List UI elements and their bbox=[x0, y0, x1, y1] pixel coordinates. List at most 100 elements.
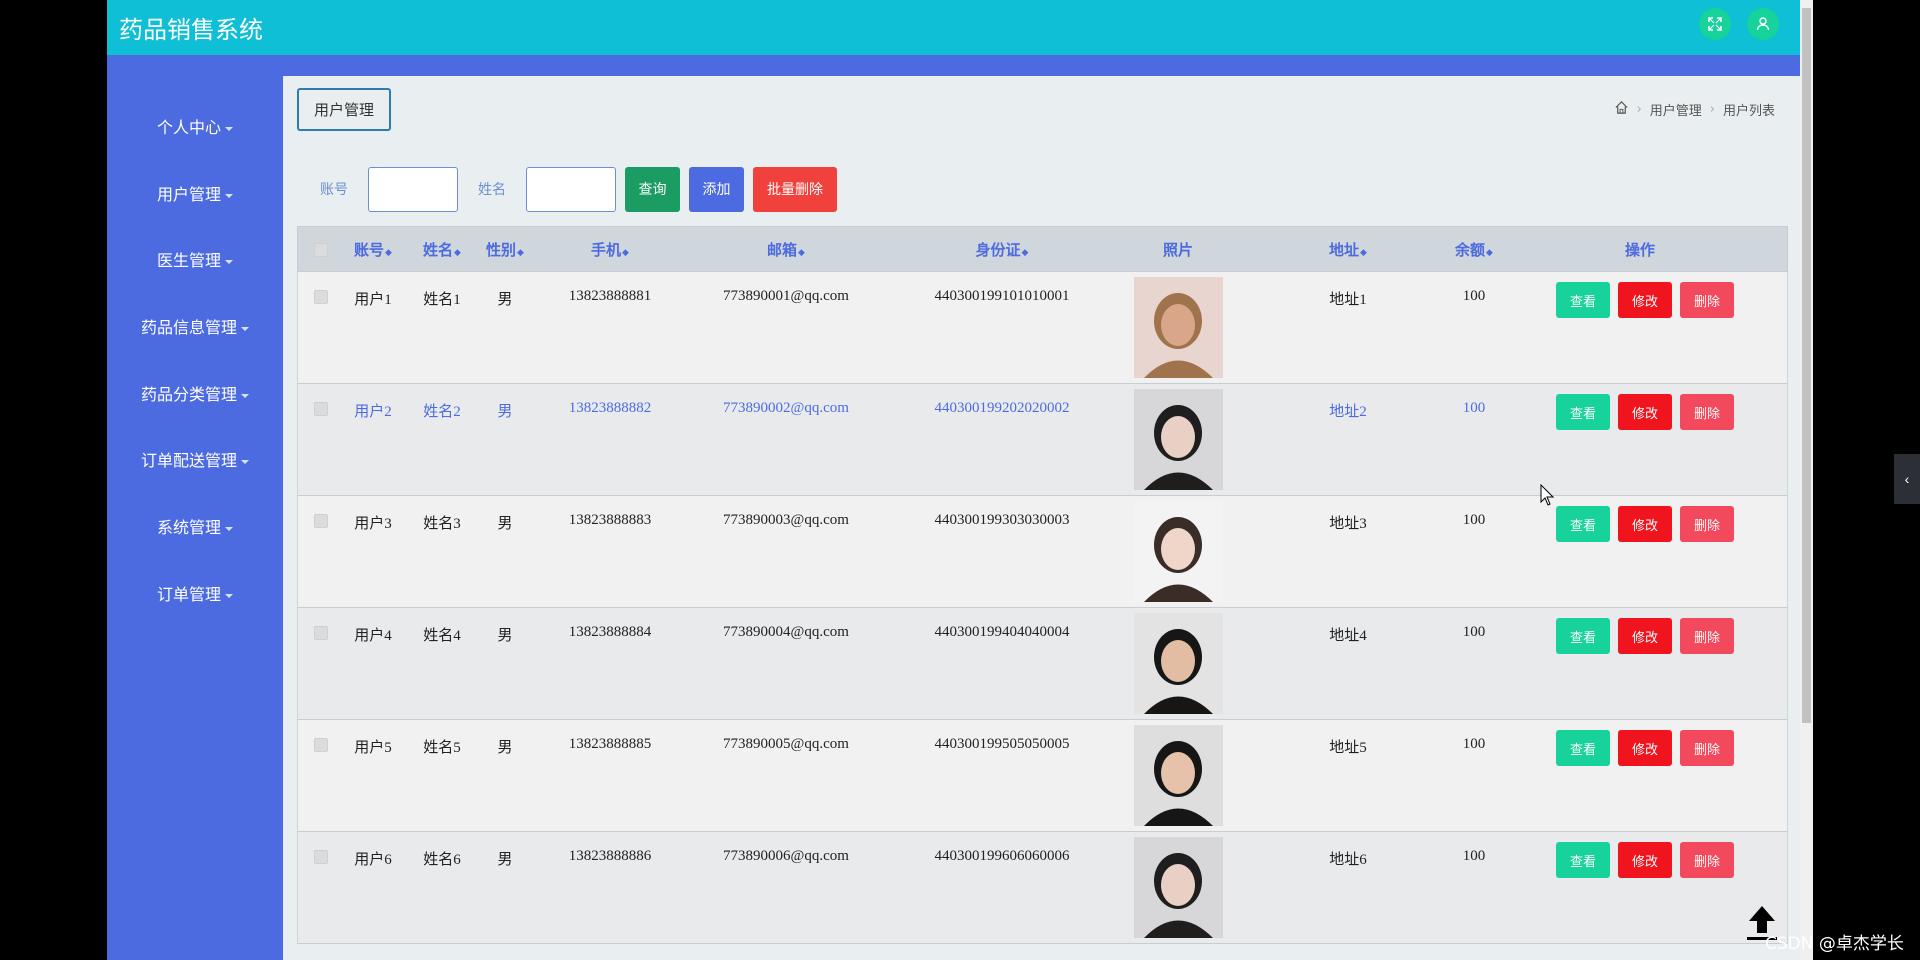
user-photo bbox=[1134, 725, 1223, 826]
app-title: 药品销售系统 bbox=[119, 16, 263, 44]
header-idcard[interactable]: 身份证◆ bbox=[952, 227, 1052, 273]
breadcrumb-level1[interactable]: 用户管理 bbox=[1650, 100, 1702, 119]
fullscreen-icon[interactable] bbox=[1699, 8, 1731, 40]
view-button[interactable]: 查看 bbox=[1556, 618, 1610, 654]
sidebar-item-label: 药品信息管理 bbox=[140, 318, 237, 337]
view-button[interactable]: 查看 bbox=[1556, 506, 1610, 542]
cell-address: 地址5 bbox=[1329, 740, 1367, 756]
table-body: 用户1 姓名1 男 13823888881 773890001@qq.com 440300… bbox=[297, 272, 1788, 944]
view-button[interactable]: 查看 bbox=[1556, 730, 1610, 766]
row-checkbox[interactable] bbox=[314, 738, 328, 752]
main-content: 用户管理 › 用户管理 › 用户列表 账号 姓名 查询 添加 批量删除 账号◆ … bbox=[283, 76, 1800, 960]
header-photo: 照片 bbox=[1162, 241, 1193, 259]
edit-button[interactable]: 修改 bbox=[1618, 730, 1672, 766]
query-button[interactable]: 查询 bbox=[625, 166, 680, 212]
header-balance[interactable]: 余额◆ bbox=[1434, 227, 1514, 273]
header-email[interactable]: 邮箱◆ bbox=[746, 227, 826, 273]
edit-button[interactable]: 修改 bbox=[1618, 282, 1672, 318]
caret-down-icon bbox=[241, 459, 249, 464]
caret-down-icon bbox=[225, 126, 233, 131]
select-all-checkbox[interactable] bbox=[314, 243, 328, 257]
delete-button[interactable]: 删除 bbox=[1680, 842, 1734, 878]
breadcrumb: › 用户管理 › 用户列表 bbox=[1614, 100, 1775, 119]
view-button[interactable]: 查看 bbox=[1556, 282, 1610, 318]
top-header: 药品销售系统 bbox=[107, 0, 1800, 55]
cell-email: 773890004@qq.com bbox=[723, 624, 849, 640]
sidebar-item-doctor-management[interactable]: 医生管理 bbox=[107, 247, 283, 271]
table-header: 账号◆ 姓名◆ 性别◆ 手机◆ 邮箱◆ 身份证◆ 照片 地址◆ 余额◆ 操作 bbox=[297, 226, 1788, 272]
vertical-scrollbar[interactable] bbox=[1800, 0, 1813, 960]
table-row[interactable]: 用户5 姓名5 男 13823888885 773890005@qq.com 440300… bbox=[297, 720, 1788, 832]
sidebar-item-label: 订单管理 bbox=[156, 585, 221, 604]
edit-button[interactable]: 修改 bbox=[1618, 506, 1672, 542]
sidebar-item-drug-category-management[interactable]: 药品分类管理 bbox=[107, 381, 283, 405]
scrollbar-thumb[interactable] bbox=[1802, 8, 1811, 723]
header-phone[interactable]: 手机◆ bbox=[570, 227, 650, 273]
edit-button[interactable]: 修改 bbox=[1618, 618, 1672, 654]
cell-email: 773890001@qq.com bbox=[723, 288, 849, 304]
cell-balance: 100 bbox=[1462, 512, 1486, 528]
sidebar-item-system-management[interactable]: 系统管理 bbox=[107, 514, 283, 538]
table-row[interactable]: 用户4 姓名4 男 13823888884 773890004@qq.com 440300… bbox=[297, 608, 1788, 720]
sidebar-item-personal-center[interactable]: 个人中心 bbox=[107, 114, 283, 138]
cell-email: 773890006@qq.com bbox=[723, 848, 849, 864]
home-icon[interactable] bbox=[1614, 100, 1629, 119]
cell-idcard: 440300199404040004 bbox=[934, 624, 1070, 640]
sidebar-item-user-management[interactable]: 用户管理 bbox=[107, 181, 283, 205]
breadcrumb-separator: › bbox=[1636, 102, 1642, 117]
header-name[interactable]: 姓名◆ bbox=[415, 227, 469, 273]
delete-button[interactable]: 删除 bbox=[1680, 506, 1734, 542]
caret-down-icon bbox=[241, 326, 249, 331]
edit-button[interactable]: 修改 bbox=[1618, 394, 1672, 430]
cell-idcard: 440300199303030003 bbox=[934, 512, 1070, 528]
cell-balance: 100 bbox=[1462, 400, 1486, 416]
sidebar-item-order-management[interactable]: 订单管理 bbox=[107, 581, 283, 605]
sidebar-item-drug-info-management[interactable]: 药品信息管理 bbox=[107, 314, 283, 338]
cell-address: 地址4 bbox=[1329, 628, 1367, 644]
edit-button[interactable]: 修改 bbox=[1618, 842, 1672, 878]
cell-idcard: 440300199606060006 bbox=[934, 848, 1070, 864]
delete-button[interactable]: 删除 bbox=[1680, 730, 1734, 766]
delete-button[interactable]: 删除 bbox=[1680, 394, 1734, 430]
cell-phone: 13823888883 bbox=[568, 512, 652, 528]
table-row[interactable]: 用户2 姓名2 男 13823888882 773890002@qq.com 440300… bbox=[297, 384, 1788, 496]
sidebar-item-order-delivery-management[interactable]: 订单配送管理 bbox=[107, 447, 283, 471]
delete-button[interactable]: 删除 bbox=[1680, 618, 1734, 654]
cell-email: 773890002@qq.com bbox=[723, 400, 849, 416]
header-account[interactable]: 账号◆ bbox=[346, 227, 400, 273]
row-checkbox[interactable] bbox=[314, 850, 328, 864]
table-row[interactable]: 用户6 姓名6 男 13823888886 773890006@qq.com 440300… bbox=[297, 832, 1788, 944]
header-address[interactable]: 地址◆ bbox=[1308, 227, 1388, 273]
row-checkbox[interactable] bbox=[314, 402, 328, 416]
cell-balance: 100 bbox=[1462, 736, 1486, 752]
row-checkbox[interactable] bbox=[314, 514, 328, 528]
row-checkbox[interactable] bbox=[314, 626, 328, 640]
chevron-left-icon[interactable]: ‹ bbox=[1894, 454, 1920, 504]
cell-idcard: 440300199101010001 bbox=[934, 288, 1070, 304]
view-button[interactable]: 查看 bbox=[1556, 842, 1610, 878]
header-gender[interactable]: 性别◆ bbox=[478, 227, 532, 273]
page-tab[interactable]: 用户管理 bbox=[297, 88, 391, 131]
name-input[interactable] bbox=[526, 166, 616, 212]
cell-name: 姓名1 bbox=[423, 292, 461, 308]
user-icon[interactable] bbox=[1747, 8, 1779, 40]
user-photo bbox=[1134, 277, 1223, 378]
cell-account: 用户1 bbox=[354, 292, 392, 308]
cell-phone: 13823888885 bbox=[568, 736, 652, 752]
account-input[interactable] bbox=[368, 166, 458, 212]
caret-down-icon bbox=[225, 526, 233, 531]
view-button[interactable]: 查看 bbox=[1556, 394, 1610, 430]
cell-balance: 100 bbox=[1462, 288, 1486, 304]
cell-phone: 13823888884 bbox=[568, 624, 652, 640]
batch-delete-button[interactable]: 批量删除 bbox=[753, 166, 837, 212]
table-row[interactable]: 用户1 姓名1 男 13823888881 773890001@qq.com 440300… bbox=[297, 272, 1788, 384]
user-photo bbox=[1134, 501, 1223, 602]
cell-account: 用户5 bbox=[354, 740, 392, 756]
delete-button[interactable]: 删除 bbox=[1680, 282, 1734, 318]
row-checkbox[interactable] bbox=[314, 290, 328, 304]
mouse-cursor-icon bbox=[1540, 484, 1554, 506]
add-button[interactable]: 添加 bbox=[689, 166, 744, 212]
cell-gender: 男 bbox=[497, 852, 513, 868]
breadcrumb-separator: › bbox=[1709, 102, 1715, 117]
table-row[interactable]: 用户3 姓名3 男 13823888883 773890003@qq.com 440300… bbox=[297, 496, 1788, 608]
